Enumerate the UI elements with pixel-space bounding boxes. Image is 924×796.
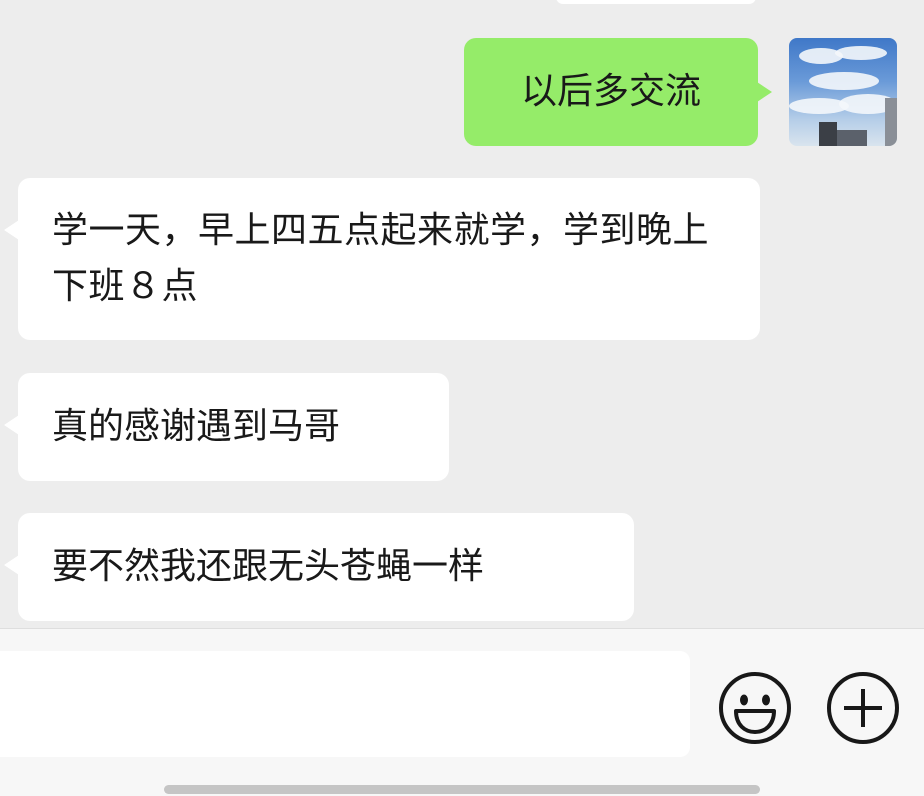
message-text: 真的感谢遇到马哥 [52, 406, 341, 447]
incoming-message-bubble[interactable]: 要不然我还跟无头苍蝇一样 [4, 513, 634, 621]
home-indicator[interactable] [164, 785, 760, 794]
previous-message-bubble [556, 0, 756, 4]
message-input[interactable] [0, 651, 690, 757]
more-functions-button[interactable] [826, 671, 900, 745]
chat-input-bar [0, 628, 924, 796]
message-text: 要不然我还跟无头苍蝇一样 [52, 546, 485, 587]
plus-icon [827, 672, 899, 744]
message-text: 学一天，早上四五点起来就学，学到晚上下班８点 [52, 210, 710, 307]
message-text: 以后多交流 [520, 71, 701, 112]
outgoing-message-bubble[interactable]: 以后多交流 [464, 38, 772, 146]
incoming-message-bubble[interactable]: 学一天，早上四五点起来就学，学到晚上下班８点 [4, 178, 760, 340]
emoji-button[interactable] [718, 671, 792, 745]
user-avatar[interactable] [789, 38, 897, 146]
incoming-message-bubble[interactable]: 真的感谢遇到马哥 [4, 373, 449, 481]
emoji-icon [719, 672, 791, 744]
